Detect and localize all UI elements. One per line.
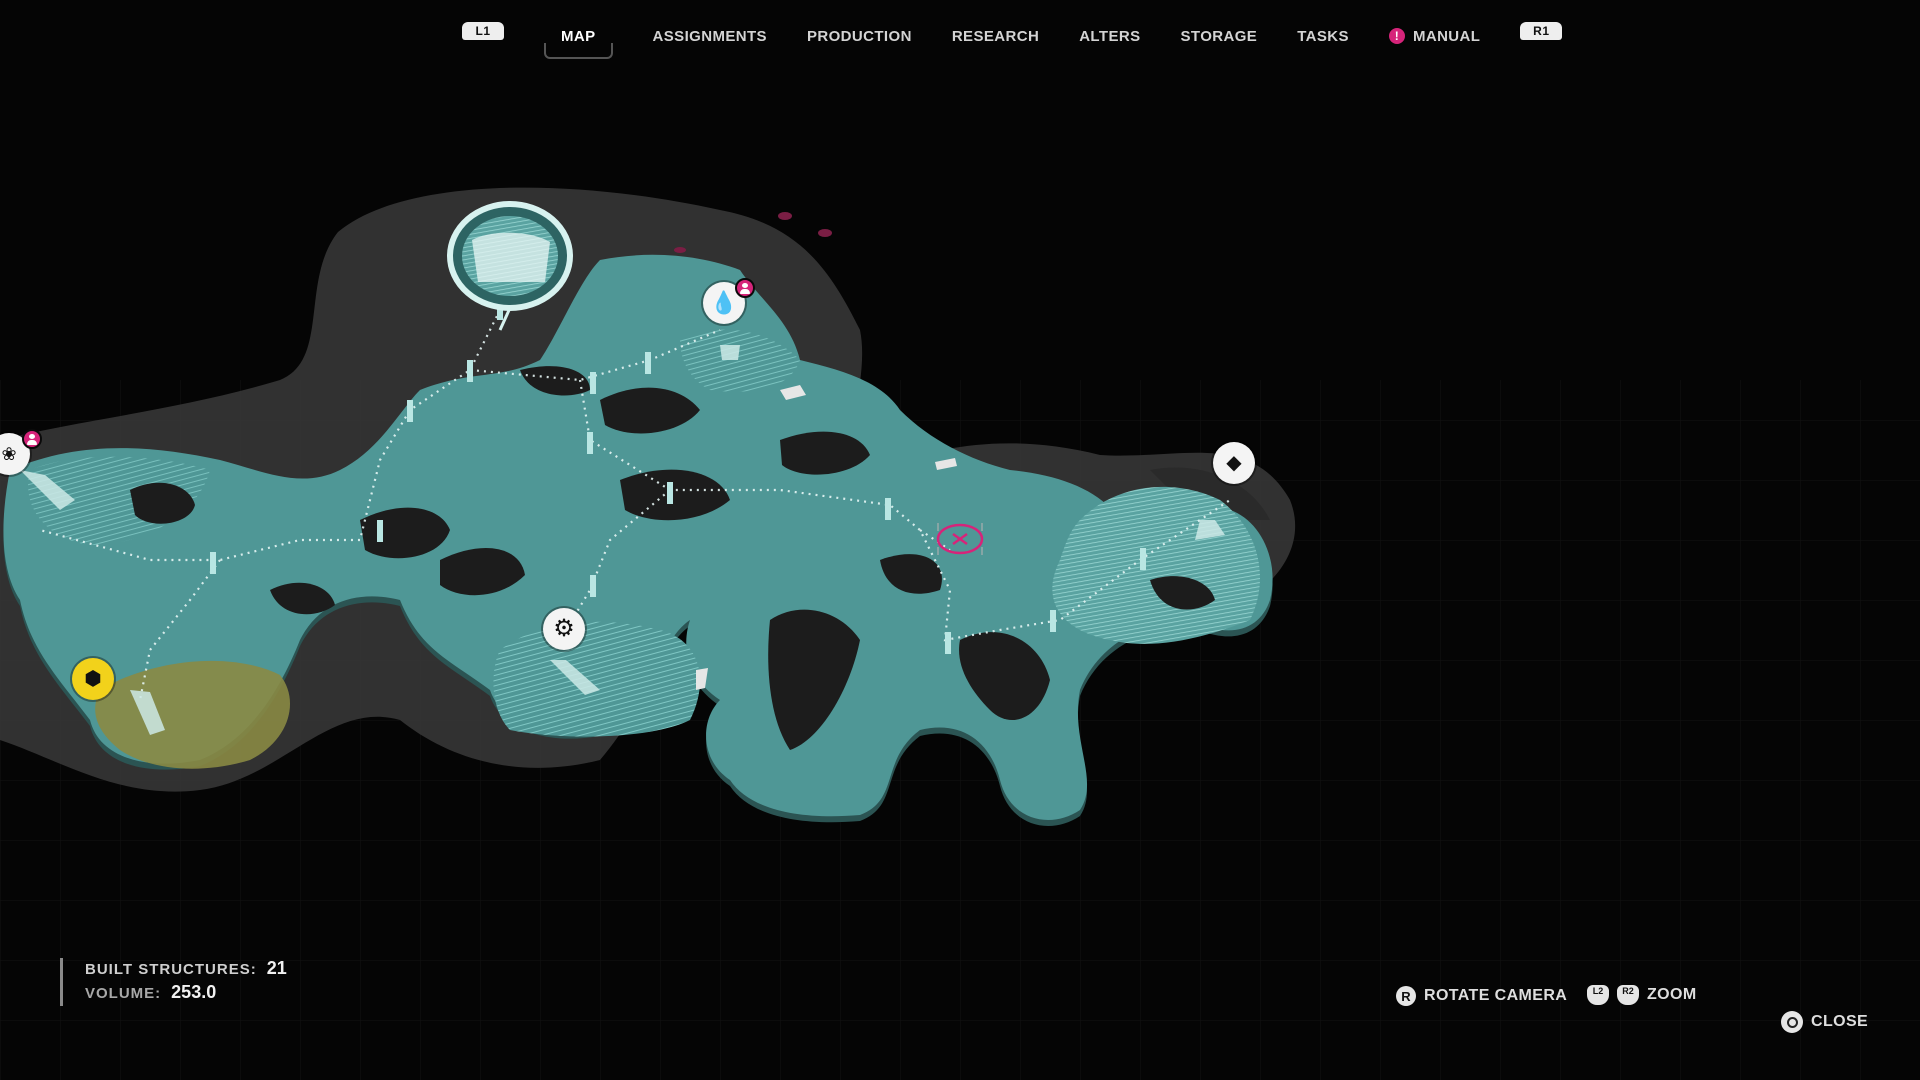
volume-value: 253.0 bbox=[171, 982, 217, 1002]
tab-assignments-label: ASSIGNMENTS bbox=[652, 27, 767, 45]
volume-label: VOLUME: bbox=[85, 985, 162, 1002]
tab-assignments[interactable]: ASSIGNMENTS bbox=[653, 28, 767, 45]
ore-icon: ⬢ bbox=[84, 668, 102, 690]
built-structures-value: 21 bbox=[266, 958, 287, 978]
volume-row: VOLUME: 253.0 bbox=[85, 982, 287, 1006]
right-stick-icon: R bbox=[1396, 986, 1416, 1006]
circle-button-icon bbox=[1781, 1011, 1803, 1033]
l2-trigger-icon: L2 bbox=[1587, 985, 1609, 1005]
tab-manual-label: MANUAL bbox=[1412, 27, 1481, 45]
alert-icon: ! bbox=[1388, 28, 1405, 44]
rotate-camera-label: ROTATE CAMERA bbox=[1424, 987, 1568, 1004]
zoom-prompt[interactable]: L2 R2 ZOOM bbox=[1587, 985, 1697, 1005]
crew-badge-icon bbox=[735, 278, 755, 298]
close-label: CLOSE bbox=[1811, 1013, 1869, 1030]
close-prompt[interactable]: CLOSE bbox=[1781, 1011, 1868, 1033]
base-stats-panel: BUILT STRUCTURES: 21 VOLUME: 253.0 bbox=[60, 958, 287, 1006]
tab-manual[interactable]: ! MANUAL bbox=[1388, 27, 1481, 45]
tab-storage-label: STORAGE bbox=[1180, 27, 1258, 45]
tab-research-label: RESEARCH bbox=[951, 27, 1040, 45]
base-map[interactable] bbox=[0, 0, 1920, 1080]
l1-button[interactable]: L1 bbox=[462, 22, 504, 40]
tab-alters[interactable]: ALTERS bbox=[1079, 28, 1140, 45]
built-structures-row: BUILT STRUCTURES: 21 bbox=[85, 958, 287, 982]
tab-map-label: MAP bbox=[561, 27, 596, 45]
droplet-icon: 💧 bbox=[710, 290, 738, 315]
resource-icon: ❀ bbox=[1, 444, 17, 464]
r1-button[interactable]: R1 bbox=[1520, 22, 1563, 40]
tab-tasks-label: TASKS bbox=[1297, 27, 1349, 45]
tab-research[interactable]: RESEARCH bbox=[952, 28, 1039, 45]
diamond-marker[interactable]: ◆ bbox=[1213, 442, 1255, 484]
diamond-icon: ◆ bbox=[1226, 452, 1242, 474]
tab-production[interactable]: PRODUCTION bbox=[807, 28, 912, 45]
yellow-resource-marker[interactable]: ⬢ bbox=[72, 658, 114, 700]
tab-production-label: PRODUCTION bbox=[806, 27, 912, 45]
tab-map[interactable]: MAP bbox=[544, 27, 613, 59]
rotate-camera-prompt[interactable]: R ROTATE CAMERA bbox=[1396, 986, 1567, 1006]
water-marker[interactable]: 💧 bbox=[703, 278, 755, 324]
gear-marker[interactable]: ⚙ bbox=[543, 608, 585, 650]
r2-trigger-icon: R2 bbox=[1617, 985, 1639, 1005]
gear-icon: ⚙ bbox=[553, 615, 575, 642]
crew-badge-icon bbox=[22, 429, 42, 449]
top-navigation: L1 MAP ASSIGNMENTS PRODUCTION RESEARCH A… bbox=[462, 14, 1563, 59]
built-structures-label: BUILT STRUCTURES: bbox=[85, 961, 257, 978]
zoom-label: ZOOM bbox=[1647, 986, 1697, 1003]
tab-alters-label: ALTERS bbox=[1079, 27, 1141, 45]
tab-tasks[interactable]: TASKS bbox=[1297, 28, 1349, 45]
tab-storage[interactable]: STORAGE bbox=[1181, 28, 1258, 45]
